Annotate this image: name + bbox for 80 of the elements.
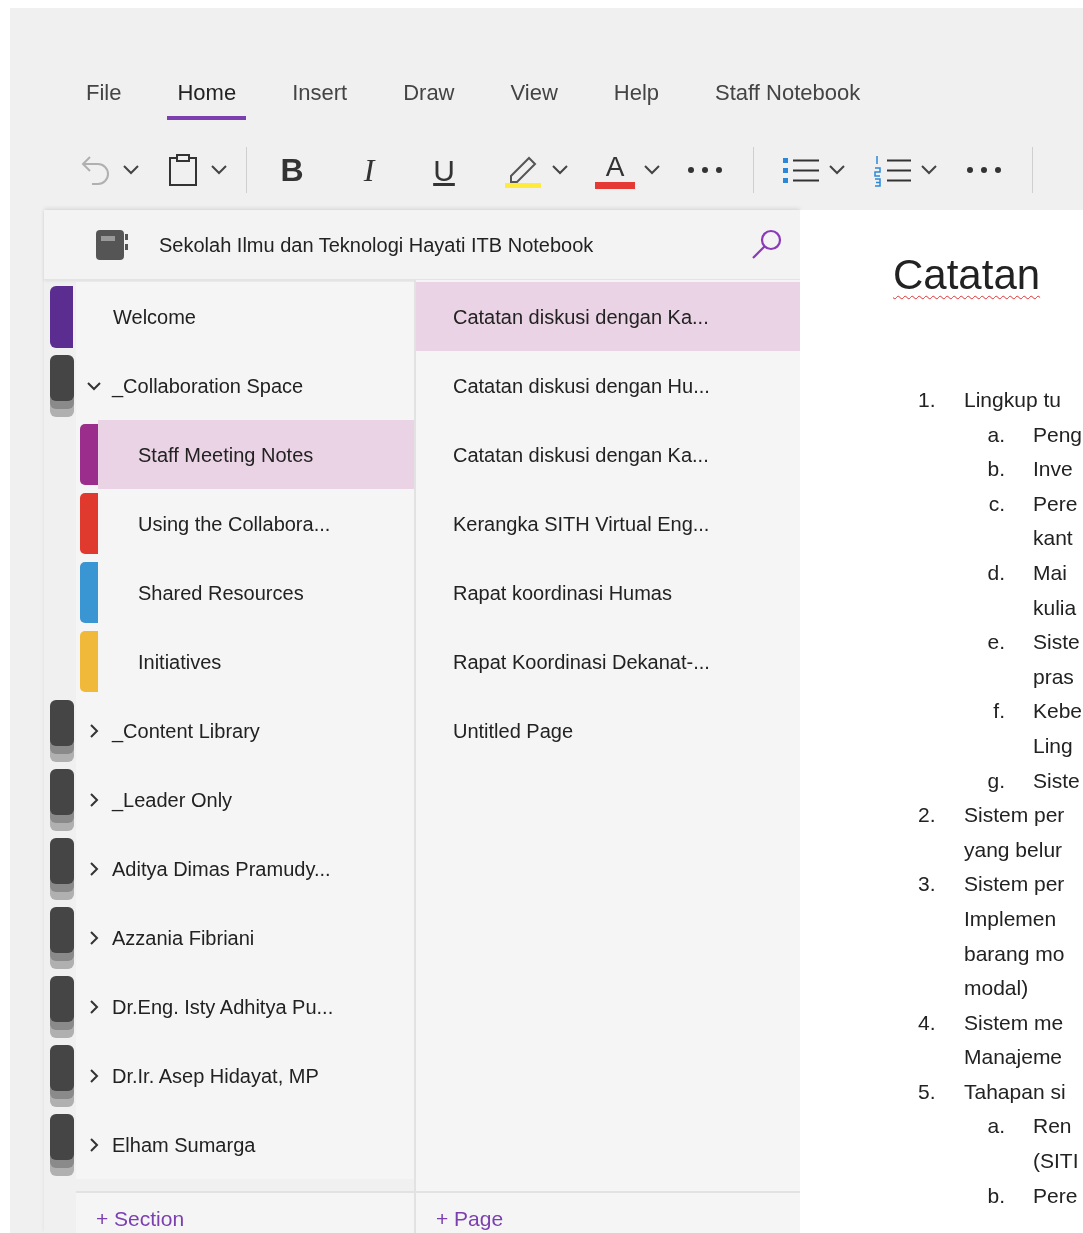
section-group-item[interactable]: Aditya Dimas Pramudy...: [76, 834, 414, 903]
list-marker: a.: [986, 421, 1006, 448]
chevron-down-icon[interactable]: [210, 164, 228, 176]
section-group-item[interactable]: _Leader Only: [76, 765, 414, 834]
section-group-item[interactable]: Dr.Eng. Isty Adhitya Pu...: [76, 972, 414, 1041]
bold-button[interactable]: B: [279, 146, 305, 194]
menu-tab[interactable]: Insert: [282, 78, 358, 120]
list-item-text: Sistem per Implemen barang mo modal): [964, 871, 1065, 1002]
list-item-text: Tahapan si: [964, 1078, 1066, 1105]
list-item-text: Kebe Ling: [1033, 698, 1083, 759]
numbered-list-icon[interactable]: [874, 153, 912, 187]
section-group-item[interactable]: Dr.Ir. Asep Hidayat, MP: [76, 1041, 414, 1110]
list-marker: 4.: [917, 1009, 937, 1036]
list-marker: 5.: [917, 1078, 937, 1105]
list-marker: b.: [986, 1182, 1006, 1209]
chevron-down-icon[interactable]: [551, 164, 569, 176]
section-group-item[interactable]: _Collaboration Space: [76, 351, 414, 420]
list-item-text: Inve: [1033, 456, 1073, 483]
list-item-text: Peng: [1033, 421, 1083, 448]
page-item[interactable]: Catatan diskusi dengan Ka...: [416, 282, 800, 351]
section-group-tab-icon[interactable]: [50, 976, 74, 1038]
section-group-tab-icon[interactable]: [50, 355, 74, 417]
section-group-tab-icon[interactable]: [50, 700, 74, 762]
list-marker: b.: [986, 456, 1006, 483]
list-item-text: Pere: [1033, 1182, 1078, 1209]
chevron-down-icon[interactable]: [643, 164, 661, 176]
page-title: Catatan: [893, 250, 1042, 300]
section-group-tab-icon[interactable]: [50, 769, 74, 831]
menu-tab[interactable]: View: [500, 78, 568, 120]
section-group-tab-icon[interactable]: [50, 838, 74, 900]
section-item[interactable]: Staff Meeting Notes: [98, 420, 414, 489]
page-item[interactable]: Untitled Page: [416, 696, 800, 765]
list-marker: a.: [986, 1113, 1006, 1140]
page-item[interactable]: Catatan diskusi dengan Ka...: [416, 420, 800, 489]
add-section-link[interactable]: + Section: [96, 1207, 185, 1230]
list-marker: 3.: [917, 871, 937, 898]
section-group-tab-icon[interactable]: [50, 1114, 74, 1176]
list-item-text: Sistem per yang belur: [964, 802, 1065, 863]
more-icon[interactable]: [966, 166, 1002, 174]
font-color-button[interactable]: A: [595, 151, 635, 189]
list-marker: 2.: [917, 802, 937, 829]
page-item[interactable]: Catatan diskusi dengan Hu...: [416, 351, 800, 420]
section-group-tab-icon[interactable]: [50, 1045, 74, 1107]
list-marker: c.: [987, 490, 1006, 517]
add-page-link[interactable]: + Page: [436, 1207, 504, 1230]
page-item[interactable]: Kerangka SITH Virtual Eng...: [416, 489, 800, 558]
underline-button[interactable]: U: [431, 147, 457, 193]
list-item-text: Ren (SITI: [1033, 1113, 1079, 1175]
list-item-text: Pere kant: [1033, 490, 1078, 552]
italic-button[interactable]: I: [359, 146, 379, 194]
list-marker: f.: [992, 698, 1006, 725]
list-marker: 1.: [917, 387, 937, 413]
chevron-down-icon[interactable]: [828, 164, 846, 176]
list-item-text: Mai kulia: [1033, 559, 1077, 621]
list-marker: d.: [986, 559, 1006, 586]
more-icon[interactable]: [687, 166, 723, 174]
notebook-title: Sekolah Ilmu dan Teknologi Hayati ITB Notebook: [159, 232, 594, 258]
menu-tab[interactable]: File: [76, 78, 132, 120]
list-marker: e.: [986, 629, 1006, 656]
menu-tab[interactable]: Help: [603, 78, 670, 120]
section-group-item[interactable]: Elham Sumarga: [76, 1110, 414, 1179]
clipboard-icon[interactable]: [168, 153, 198, 187]
page-item[interactable]: Rapat koordinasi Humas: [416, 558, 800, 627]
list-item-text: Siste pras: [1033, 629, 1080, 690]
list-marker: g.: [986, 767, 1006, 794]
section-item[interactable]: Welcome: [76, 282, 414, 351]
menu-tab[interactable]: Staff Notebook: [705, 78, 871, 120]
menu-tab[interactable]: Draw: [393, 78, 465, 120]
page-item[interactable]: Rapat Koordinasi Dekanat-...: [416, 627, 800, 696]
menu-tab[interactable]: Home: [167, 78, 247, 120]
chevron-down-icon[interactable]: [122, 164, 140, 176]
section-group-item[interactable]: Azzania Fibriani: [76, 903, 414, 972]
list-item-text: Lingkup tu: [964, 387, 1061, 413]
chevron-down-icon[interactable]: [920, 164, 938, 176]
section-group-item[interactable]: _Content Library: [76, 696, 414, 765]
notebook-icon: [95, 227, 129, 262]
section-group-tab-icon[interactable]: [50, 907, 74, 969]
list-item-text: Sistem me Manajeme: [964, 1009, 1064, 1071]
section-tab[interactable]: [50, 285, 73, 348]
list-item-text: Siste: [1033, 767, 1080, 794]
